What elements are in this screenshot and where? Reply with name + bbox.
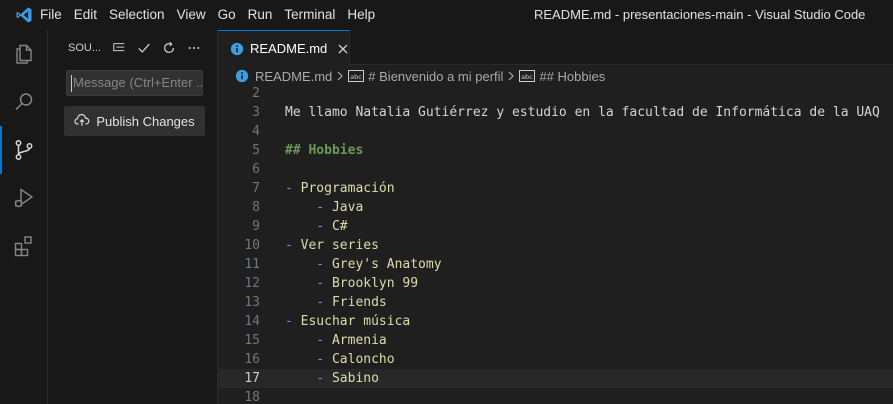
line-number: 2 [252, 86, 260, 101]
code-line[interactable]: 13 - Friends [218, 293, 893, 312]
code-line[interactable]: 3 Me llamo Natalia Gutiérrez y estudio en… [218, 103, 893, 122]
code-line-text: - Sabino [285, 371, 379, 386]
code-line[interactable]: 17 - Sabino [218, 369, 893, 388]
more-actions-icon[interactable] [182, 37, 206, 59]
code-line[interactable]: 18 [218, 388, 893, 404]
code-line-text: - Grey's Anatomy [285, 257, 442, 272]
code-line-text: - Esuchar música [285, 314, 411, 329]
commit-message-placeholder: Message (Ctrl+Enter ... [73, 75, 203, 90]
breadcrumb-section-1-label: # Bienvenido a mi perfil [368, 68, 504, 84]
line-number: 7 [252, 181, 260, 196]
line-number: 17 [244, 371, 260, 386]
code-line[interactable]: 4 [218, 122, 893, 141]
info-icon [235, 69, 249, 83]
breadcrumb-file-label: README.md [255, 68, 333, 84]
code-line[interactable]: 2 [218, 84, 893, 103]
line-number: 10 [244, 238, 260, 253]
commit-message-input[interactable]: Message (Ctrl+Enter ... [66, 70, 203, 96]
editor-area: README.md README.md abc # Bienvenido a m… [218, 30, 893, 404]
line-number: 18 [244, 390, 260, 404]
refresh-icon[interactable] [157, 37, 181, 59]
code-line-text: - Ver series [285, 238, 379, 253]
svg-text:abc: abc [350, 73, 362, 81]
line-number: 13 [244, 295, 260, 310]
extensions-icon[interactable] [0, 222, 48, 270]
code-line-text: - Brooklyn 99 [285, 276, 419, 291]
sidebar-header: SOU... [48, 30, 217, 65]
code-line[interactable]: 15 - Armenia [218, 331, 893, 350]
code-line-text: Me llamo Natalia Gutiérrez y estudio en … [285, 105, 880, 120]
window-title: README.md - presentaciones-main - Visual… [534, 7, 866, 22]
line-number: 15 [244, 333, 260, 348]
svg-text:abc: abc [522, 73, 534, 81]
menu-edit[interactable]: Edit [68, 0, 103, 30]
menu-go[interactable]: Go [212, 0, 242, 30]
code-line-text: - Armenia [285, 333, 387, 348]
menu-file[interactable]: File [40, 0, 68, 30]
tab-bar: README.md [218, 30, 893, 66]
menu-selection[interactable]: Selection [103, 0, 171, 30]
code-line[interactable]: 5 ## Hobbies [218, 141, 893, 160]
tab-label: README.md [250, 41, 328, 56]
activity-bar [0, 30, 48, 404]
code-line[interactable]: 11 - Grey's Anatomy [218, 255, 893, 274]
menu-view[interactable]: View [171, 0, 212, 30]
code-line[interactable]: 12 - Brooklyn 99 [218, 274, 893, 293]
line-number: 11 [244, 257, 260, 272]
menu-terminal[interactable]: Terminal [278, 0, 341, 30]
code-line[interactable]: 9 - C# [218, 217, 893, 236]
line-number: 8 [252, 200, 260, 215]
string-symbol-icon: abc [348, 70, 365, 82]
code-line[interactable]: 7 - Programación [218, 179, 893, 198]
menu-bar: File Edit Selection View Go Run Terminal… [40, 0, 381, 30]
code-line-text: - C# [285, 219, 348, 234]
cloud-upload-icon [74, 113, 90, 130]
breadcrumb-section-2-label: ## Hobbies [539, 68, 606, 84]
breadcrumb-section-2[interactable]: abc ## Hobbies [519, 69, 605, 84]
code-line-text: - Programación [285, 181, 395, 196]
explorer-icon[interactable] [0, 30, 48, 78]
code-line-text: - Java [285, 200, 364, 215]
breadcrumb-file[interactable]: README.md [235, 69, 332, 84]
code-line[interactable]: 10 - Ver series [218, 236, 893, 255]
code-line[interactable]: 8 - Java [218, 198, 893, 217]
chevron-right-icon [507, 71, 515, 81]
view-as-tree-icon[interactable] [107, 37, 131, 59]
menu-run[interactable]: Run [242, 0, 279, 30]
code-line-text: ## Hobbies [285, 143, 364, 158]
line-number: 6 [252, 162, 260, 177]
close-icon[interactable] [336, 42, 349, 56]
text-caret [71, 75, 72, 92]
line-number: 16 [244, 352, 260, 367]
line-number: 5 [252, 143, 260, 158]
sidebar-title: SOU... [68, 41, 102, 54]
code-line[interactable]: 16 - Caloncho [218, 350, 893, 369]
run-debug-icon[interactable] [0, 174, 48, 222]
chevron-right-icon [336, 71, 344, 81]
source-control-sidebar: SOU... Message (Ctrl+Enter ... Publish C… [48, 30, 218, 404]
info-icon [230, 42, 244, 56]
code-editor[interactable]: 2 3 Me llamo Natalia Gutiérrez y estudio e… [218, 84, 893, 404]
publish-changes-label: Publish Changes [96, 113, 195, 129]
code-line-text: - Caloncho [285, 352, 395, 367]
publish-changes-button[interactable]: Publish Changes [64, 106, 205, 136]
source-control-icon[interactable] [0, 126, 48, 174]
code-line[interactable]: 6 [218, 160, 893, 179]
code-line[interactable]: 14 - Esuchar música [218, 312, 893, 331]
tab-readme[interactable]: README.md [218, 30, 350, 66]
menu-help[interactable]: Help [341, 0, 381, 30]
breadcrumb-section-1[interactable]: abc # Bienvenido a mi perfil [348, 69, 503, 84]
line-number: 14 [244, 314, 260, 329]
commit-check-icon[interactable] [132, 37, 156, 59]
line-number: 9 [252, 219, 260, 234]
title-bar: File Edit Selection View Go Run Terminal… [0, 0, 893, 30]
line-number: 3 [252, 105, 260, 120]
code-line-text: - Friends [285, 295, 387, 310]
line-number: 4 [252, 124, 260, 139]
line-number: 12 [244, 276, 260, 291]
search-icon[interactable] [0, 78, 48, 126]
string-symbol-icon: abc [519, 70, 536, 82]
